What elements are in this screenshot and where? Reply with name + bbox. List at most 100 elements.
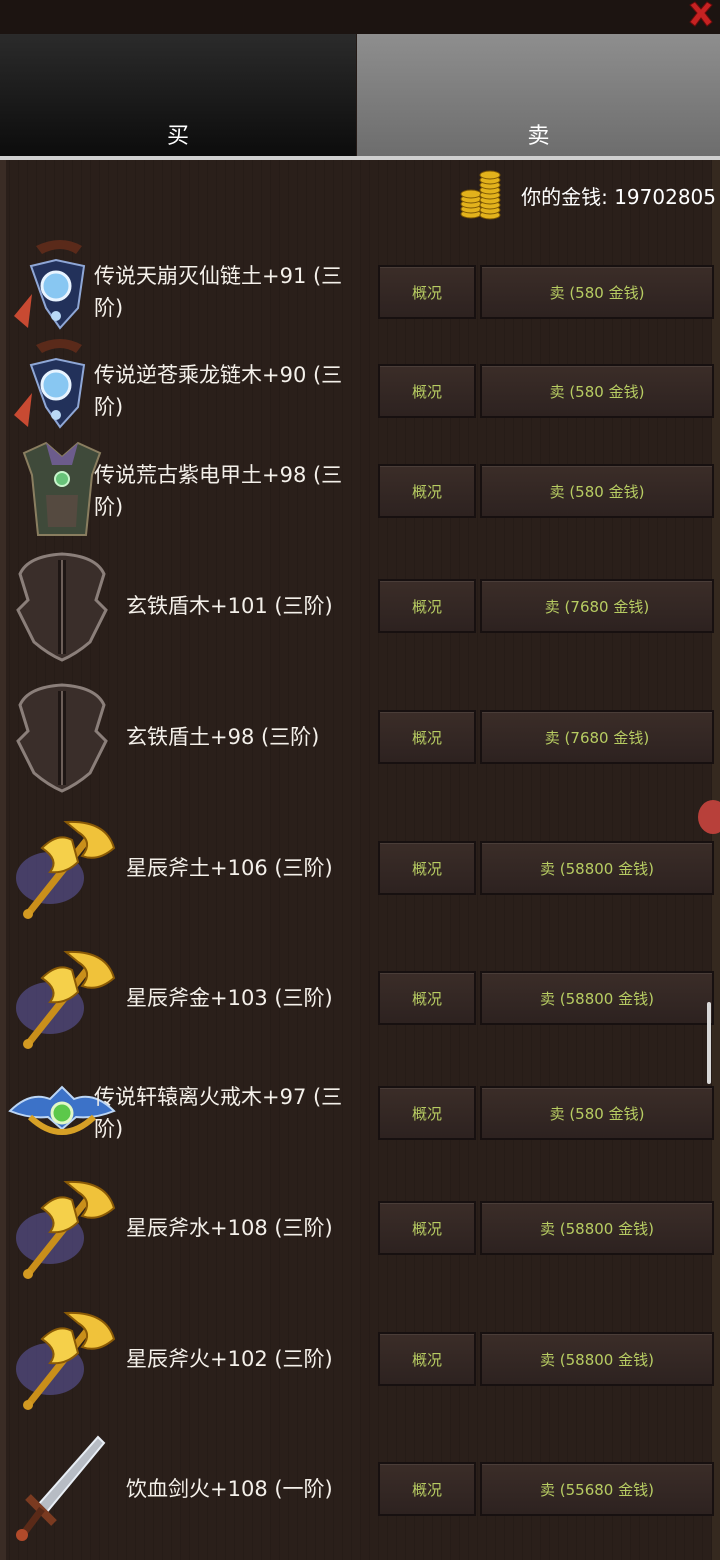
sell-button-label: 卖 (58800 金钱) (540, 859, 654, 878)
sell-button[interactable]: 卖 (58800 金钱) (480, 841, 714, 895)
info-button-label: 概况 (411, 283, 442, 302)
info-button[interactable]: 概况 (378, 1201, 476, 1255)
sell-button[interactable]: 卖 (58800 金钱) (480, 971, 714, 1025)
item-row: 传说轩辕离火戒木+97 (三 阶) 概况 卖 (580 金钱) (0, 1053, 720, 1173)
item-name: 玄铁盾土+98 (三阶) (126, 721, 319, 753)
info-button[interactable]: 概况 (378, 464, 476, 518)
money-value: 19702805 (614, 184, 716, 209)
item-row: 饮血剑火+108 (一阶) 概况 卖 (55680 金钱) (0, 1429, 720, 1549)
info-button-label: 概况 (411, 1480, 442, 1499)
item-name: 星辰斧火+102 (三阶) (126, 1343, 333, 1375)
sell-button-label: 卖 (580 金钱) (549, 482, 645, 501)
info-button-label: 概况 (411, 1219, 442, 1238)
axe-icon (6, 942, 118, 1054)
sell-button[interactable]: 卖 (58800 金钱) (480, 1201, 714, 1255)
info-button-label: 概况 (411, 989, 442, 1008)
item-name-line1: 饮血剑火+108 (一阶) (126, 1477, 333, 1501)
item-name-line1: 星辰斧火+102 (三阶) (126, 1347, 333, 1371)
item-row: 星辰斧火+102 (三阶) 概况 卖 (58800 金钱) (0, 1299, 720, 1419)
money-text: 你的金钱: 19702805 (521, 181, 716, 210)
item-row: 星辰斧金+103 (三阶) 概况 卖 (58800 金钱) (0, 938, 720, 1058)
item-name: 玄铁盾木+101 (三阶) (126, 590, 333, 622)
item-name-line1: 星辰斧金+103 (三阶) (126, 986, 333, 1010)
item-row: 玄铁盾土+98 (三阶) 概况 卖 (7680 金钱) (0, 677, 720, 797)
item-name-line1: 传说轩辕离火戒木+97 (三 (94, 1085, 343, 1109)
info-button[interactable]: 概况 (378, 710, 476, 764)
close-button[interactable] (686, 0, 716, 28)
sell-button-label: 卖 (580 金钱) (549, 283, 645, 302)
money-display: 你的金钱: 19702805 (457, 168, 716, 222)
top-bar (0, 0, 720, 34)
tab-sell-label: 卖 (527, 124, 550, 149)
item-row: 星辰斧水+108 (三阶) 概况 卖 (58800 金钱) (0, 1168, 720, 1288)
axe-icon (6, 1172, 118, 1284)
money-label: 你的金钱: (521, 184, 608, 209)
axe-icon (6, 1303, 118, 1415)
item-name: 传说荒古紫电甲土+98 (三 阶) (94, 459, 342, 523)
sell-button[interactable]: 卖 (58800 金钱) (480, 1332, 714, 1386)
tab-buy-label: 买 (166, 124, 189, 149)
item-name-line1: 星辰斧水+108 (三阶) (126, 1216, 333, 1240)
info-button-label: 概况 (411, 382, 442, 401)
sell-button-label: 卖 (580 金钱) (549, 1104, 645, 1123)
item-name: 星辰斧水+108 (三阶) (126, 1212, 333, 1244)
item-name-line1: 传说天崩灭仙链土+91 (三 (94, 264, 343, 288)
floating-button[interactable] (698, 800, 720, 834)
tab-sell[interactable]: 卖 (357, 34, 720, 156)
axe-icon (6, 812, 118, 924)
sell-button[interactable]: 卖 (55680 金钱) (480, 1462, 714, 1516)
close-icon (689, 1, 713, 27)
item-row: 玄铁盾木+101 (三阶) 概况 卖 (7680 金钱) (0, 546, 720, 666)
sell-button[interactable]: 卖 (7680 金钱) (480, 579, 714, 633)
item-row: 传说荒古紫电甲土+98 (三 阶) 概况 卖 (580 金钱) (0, 431, 720, 551)
item-name-line1: 传说荒古紫电甲土+98 (三 (94, 463, 343, 487)
shield-icon (6, 550, 118, 662)
info-button[interactable]: 概况 (378, 579, 476, 633)
item-name-line1: 星辰斧土+106 (三阶) (126, 856, 333, 880)
scrollbar-thumb[interactable] (707, 1002, 711, 1084)
sell-button-label: 卖 (55680 金钱) (540, 1480, 654, 1499)
tab-buy[interactable]: 买 (0, 34, 356, 156)
gold-coins-icon (460, 170, 501, 220)
item-name-line2: 阶) (94, 296, 124, 320)
item-row: 星辰斧土+106 (三阶) 概况 卖 (58800 金钱) (0, 808, 720, 928)
sell-button-label: 卖 (7680 金钱) (544, 597, 650, 616)
item-name-line2: 阶) (94, 395, 124, 419)
info-button-label: 概况 (411, 728, 442, 747)
sword-icon (6, 1433, 118, 1545)
info-button[interactable]: 概况 (378, 1086, 476, 1140)
item-name-line1: 玄铁盾土+98 (三阶) (126, 725, 320, 749)
shield-icon (6, 681, 118, 793)
info-button[interactable]: 概况 (378, 841, 476, 895)
info-button[interactable]: 概况 (378, 1332, 476, 1386)
sell-button[interactable]: 卖 (580 金钱) (480, 265, 714, 319)
item-name: 传说天崩灭仙链土+91 (三 阶) (94, 260, 342, 324)
item-name-line1: 玄铁盾木+101 (三阶) (126, 594, 333, 618)
sell-button[interactable]: 卖 (580 金钱) (480, 464, 714, 518)
sell-button-label: 卖 (7680 金钱) (544, 728, 650, 747)
sell-button-label: 卖 (58800 金钱) (540, 989, 654, 1008)
sell-button[interactable]: 卖 (7680 金钱) (480, 710, 714, 764)
info-button-label: 概况 (411, 597, 442, 616)
info-button-label: 概况 (411, 1104, 442, 1123)
info-button-label: 概况 (411, 1350, 442, 1369)
info-button[interactable]: 概况 (378, 971, 476, 1025)
item-name-line2: 阶) (94, 495, 124, 519)
item-name: 星辰斧土+106 (三阶) (126, 852, 333, 884)
item-name: 饮血剑火+108 (一阶) (126, 1473, 333, 1505)
sell-button[interactable]: 卖 (580 金钱) (480, 364, 714, 418)
item-name: 传说轩辕离火戒木+97 (三 阶) (94, 1081, 342, 1145)
sell-button-label: 卖 (580 金钱) (549, 382, 645, 401)
sell-button-label: 卖 (58800 金钱) (540, 1350, 654, 1369)
info-button[interactable]: 概况 (378, 364, 476, 418)
info-button-label: 概况 (411, 482, 442, 501)
info-button[interactable]: 概况 (378, 265, 476, 319)
sell-button[interactable]: 卖 (580 金钱) (480, 1086, 714, 1140)
info-button-label: 概况 (411, 859, 442, 878)
item-name: 星辰斧金+103 (三阶) (126, 982, 333, 1014)
item-name-line1: 传说逆苍乘龙链木+90 (三 (94, 363, 343, 387)
item-name: 传说逆苍乘龙链木+90 (三 阶) (94, 359, 342, 423)
info-button[interactable]: 概况 (378, 1462, 476, 1516)
item-name-line2: 阶) (94, 1117, 124, 1141)
sell-button-label: 卖 (58800 金钱) (540, 1219, 654, 1238)
